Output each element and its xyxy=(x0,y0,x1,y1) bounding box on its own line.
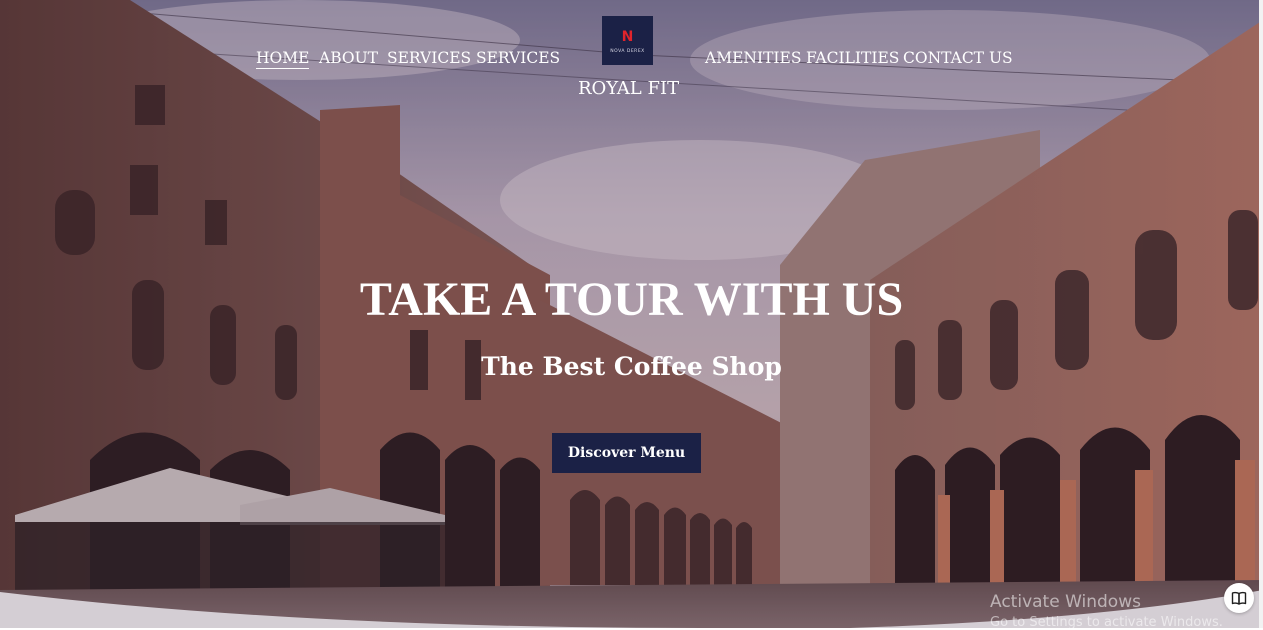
nav-about[interactable]: ABOUT xyxy=(319,49,378,67)
hero-headline: TAKE A TOUR WITH US xyxy=(359,273,904,326)
book-icon xyxy=(1231,591,1247,605)
brand-name[interactable]: ROYAL FIT xyxy=(578,78,679,99)
nav-services[interactable]: SERVICES xyxy=(387,49,471,67)
nav-home[interactable]: HOME xyxy=(256,49,310,69)
nav-services-2[interactable]: SERVICES xyxy=(476,49,560,67)
logo-mark: N xyxy=(621,28,634,45)
logo-tagline: NOVA DEREX xyxy=(610,48,645,54)
nav-amenities[interactable]: AMENITIES xyxy=(705,49,801,67)
vertical-scrollbar[interactable] xyxy=(1259,0,1263,628)
activate-windows-title: Activate Windows xyxy=(990,592,1141,612)
nav-contact-us[interactable]: CONTACT US xyxy=(903,49,1013,67)
discover-menu-button[interactable]: Discover Menu xyxy=(552,433,701,473)
nav-facilities[interactable]: FACILITIES xyxy=(806,49,899,67)
reader-mode-button[interactable] xyxy=(1224,583,1254,613)
logo[interactable]: N NOVA DEREX xyxy=(602,16,653,65)
hero-subhead: The Best Coffee Shop xyxy=(481,352,782,381)
